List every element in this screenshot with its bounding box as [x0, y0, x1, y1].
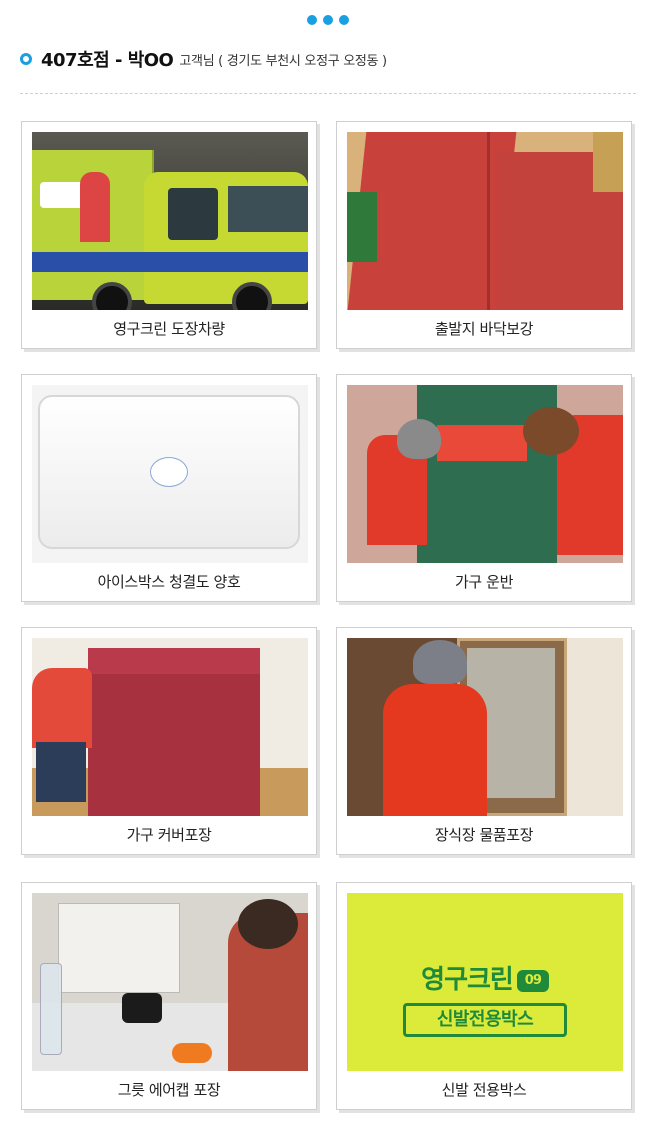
shoebox-brand: 영구크린 09	[347, 959, 623, 996]
brand-badge: 09	[516, 969, 549, 992]
photo-card-cabinet[interactable]: 장식장 물품포장	[336, 627, 632, 855]
photo-caption: 그릇 에어캡 포장	[117, 1081, 221, 1099]
page-header: 407호점 - 박OO 고객님 ( 경기도 부천시 오정구 오정동 )	[20, 46, 636, 72]
bullet-ring-icon	[20, 53, 32, 65]
photo-caption: 출발지 바닥보강	[434, 320, 534, 338]
photo-caption: 장식장 물품포장	[434, 826, 534, 844]
pagination-dots	[0, 15, 656, 25]
truck-photo	[32, 132, 308, 310]
pagination-dot[interactable]	[307, 15, 317, 25]
photo-card-cover[interactable]: 가구 커버포장	[21, 627, 317, 855]
photo-card-dishes[interactable]: 그릇 에어캡 포장	[21, 882, 317, 1110]
pagination-dot[interactable]	[339, 15, 349, 25]
photo-caption: 가구 커버포장	[126, 826, 212, 844]
photo-card-floor[interactable]: 출발지 바닥보강	[336, 121, 632, 349]
cabinet-packing-photo	[347, 638, 623, 816]
pagination-dot[interactable]	[323, 15, 333, 25]
page-subtitle: 고객님 ( 경기도 부천시 오정구 오정동 )	[179, 53, 387, 69]
photo-caption: 영구크린 도장차량	[113, 320, 225, 338]
shoebox-label: 신발전용박스	[403, 1003, 567, 1037]
photo-card-truck[interactable]: 영구크린 도장차량	[21, 121, 317, 349]
photo-card-carry[interactable]: 가구 운반	[336, 374, 632, 602]
furniture-cover-photo	[32, 638, 308, 816]
page-title: 407호점 - 박OO	[41, 50, 174, 71]
photo-caption: 가구 운반	[455, 573, 513, 591]
photo-caption: 아이스박스 청결도 양호	[97, 573, 241, 591]
photo-card-icebox[interactable]: 아이스박스 청결도 양호	[21, 374, 317, 602]
dashed-divider	[20, 93, 636, 94]
photo-caption: 신발 전용박스	[441, 1081, 527, 1099]
photo-card-shoebox[interactable]: 영구크린 09 신발전용박스 신발 전용박스	[336, 882, 632, 1110]
shoebox-photo: 영구크린 09 신발전용박스	[347, 893, 623, 1071]
floor-protection-photo	[347, 132, 623, 310]
dish-wrap-photo	[32, 893, 308, 1071]
icebox-photo	[32, 385, 308, 563]
furniture-carry-photo	[347, 385, 623, 563]
